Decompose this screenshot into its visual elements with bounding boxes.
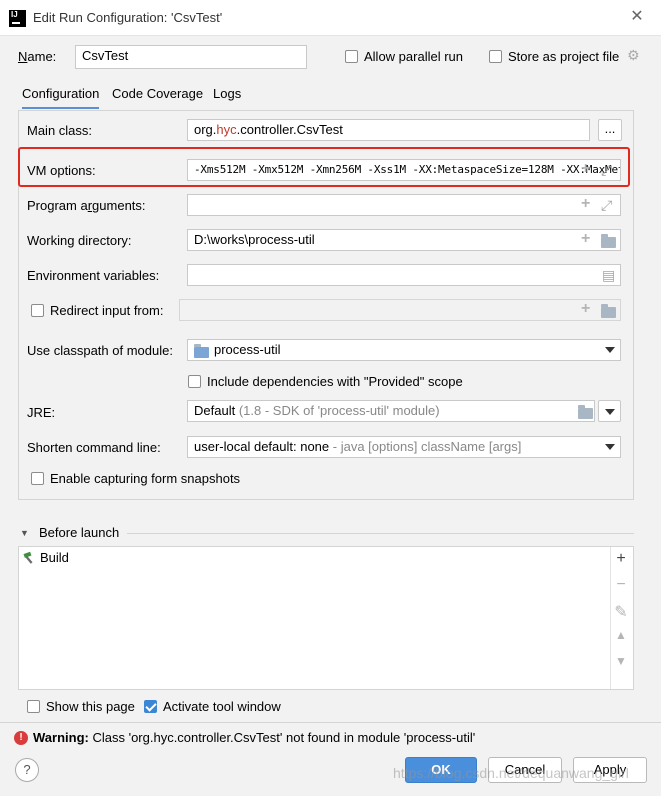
edit-task-icon[interactable]: ✎: [611, 602, 631, 622]
move-down-icon[interactable]: ▼: [611, 654, 631, 668]
vm-options-add-icon[interactable]: +: [581, 160, 590, 178]
classpath-module-label: Use classpath of module:: [27, 343, 173, 358]
section-divider: [127, 533, 634, 534]
add-task-icon[interactable]: +: [611, 550, 631, 568]
program-arguments-expand-icon[interactable]: ⤢: [601, 195, 612, 215]
main-class-label: Main class:: [27, 123, 93, 138]
redirect-input-label: Redirect input from:: [50, 303, 164, 318]
main-class-highlight: hyc: [216, 122, 237, 137]
program-arguments-input[interactable]: [187, 194, 621, 216]
gear-icon[interactable]: ⚙: [627, 47, 640, 64]
chevron-down-icon: [605, 409, 615, 415]
working-directory-label: Working directory:: [27, 233, 132, 248]
name-label: Name:: [18, 49, 57, 64]
redirect-folder-icon: [601, 304, 616, 318]
program-arguments-add-icon[interactable]: +: [581, 195, 590, 213]
chevron-down-icon[interactable]: [605, 444, 615, 450]
warning-icon: !: [14, 731, 28, 745]
collapse-triangle-icon[interactable]: ▼: [20, 528, 29, 538]
show-this-page-checkbox[interactable]: [27, 700, 40, 713]
list-item-label: Build: [40, 550, 69, 565]
environment-variables-label: Environment variables:: [27, 268, 160, 283]
form-snapshots-label: Enable capturing form snapshots: [50, 471, 241, 486]
activate-tool-window-label: Activate tool window: [163, 699, 281, 714]
tab-configuration[interactable]: Configuration: [22, 84, 100, 109]
working-directory-input[interactable]: D:\works\process-util: [187, 229, 621, 251]
intellij-app-icon: IJ: [9, 10, 26, 27]
activate-tool-window-checkbox[interactable]: [144, 700, 157, 713]
jre-dropdown-button[interactable]: [598, 400, 621, 422]
main-class-input[interactable]: org.hyc.controller.CsvTest: [187, 119, 590, 141]
program-arguments-label: Program arguments:: [27, 198, 146, 213]
tab-logs[interactable]: Logs: [213, 84, 241, 109]
window-title: Edit Run Configuration: 'CsvTest': [33, 10, 223, 25]
classpath-module-select[interactable]: process-util: [187, 339, 621, 361]
vm-options-input[interactable]: -Xms512M -Xmx512M -Xmn256M -Xss1M -XX:Me…: [187, 159, 621, 181]
vm-options-expand-icon[interactable]: ⤢: [601, 160, 612, 180]
include-dependencies-label: Include dependencies with "Provided" sco…: [207, 374, 463, 389]
warning-message: Warning: Class 'org.hyc.controller.CsvTe…: [33, 730, 476, 745]
redirect-input-checkbox[interactable]: [31, 304, 44, 317]
help-button[interactable]: ?: [15, 758, 39, 782]
allow-parallel-checkbox[interactable]: [345, 50, 358, 63]
watermark-text: https://blog.csdn.net/dequanwang_girl: [393, 765, 629, 781]
env-vars-edit-icon[interactable]: ▤: [602, 265, 615, 285]
move-up-icon[interactable]: ▲: [611, 628, 631, 642]
close-icon[interactable]: ✕: [627, 7, 647, 27]
hammer-icon: [23, 551, 33, 564]
redirect-add-icon: +: [581, 300, 591, 317]
shorten-command-line-label: Shorten command line:: [27, 440, 161, 455]
form-snapshots-checkbox[interactable]: [31, 472, 44, 485]
module-folder-icon: [194, 344, 209, 358]
show-this-page-label: Show this page: [46, 699, 135, 714]
list-item[interactable]: Build: [19, 547, 609, 569]
jre-folder-icon[interactable]: [578, 405, 593, 419]
store-project-file-label: Store as project file: [508, 49, 620, 64]
chevron-down-icon[interactable]: [605, 347, 615, 353]
tab-code-coverage[interactable]: Code Coverage: [112, 84, 203, 109]
allow-parallel-label: Allow parallel run: [364, 49, 463, 64]
include-dependencies-checkbox[interactable]: [188, 375, 201, 388]
environment-variables-input[interactable]: [187, 264, 621, 286]
remove-task-icon[interactable]: −: [611, 576, 631, 594]
jre-input[interactable]: Default (1.8 - SDK of 'process-util' mod…: [187, 400, 595, 422]
store-project-file-checkbox[interactable]: [489, 50, 502, 63]
browse-main-class-button[interactable]: ...: [598, 119, 622, 141]
working-directory-add-icon[interactable]: +: [581, 230, 590, 248]
working-directory-folder-icon[interactable]: [601, 234, 616, 248]
vm-options-label: VM options:: [27, 163, 96, 178]
redirect-input-field[interactable]: [179, 299, 621, 321]
footer-divider: [0, 722, 661, 723]
jre-label: JRE:: [27, 405, 56, 420]
name-input[interactable]: CsvTest: [75, 45, 307, 69]
shorten-command-line-select[interactable]: user-local default: none - java [options…: [187, 436, 621, 458]
before-launch-title: Before launch: [39, 525, 120, 540]
